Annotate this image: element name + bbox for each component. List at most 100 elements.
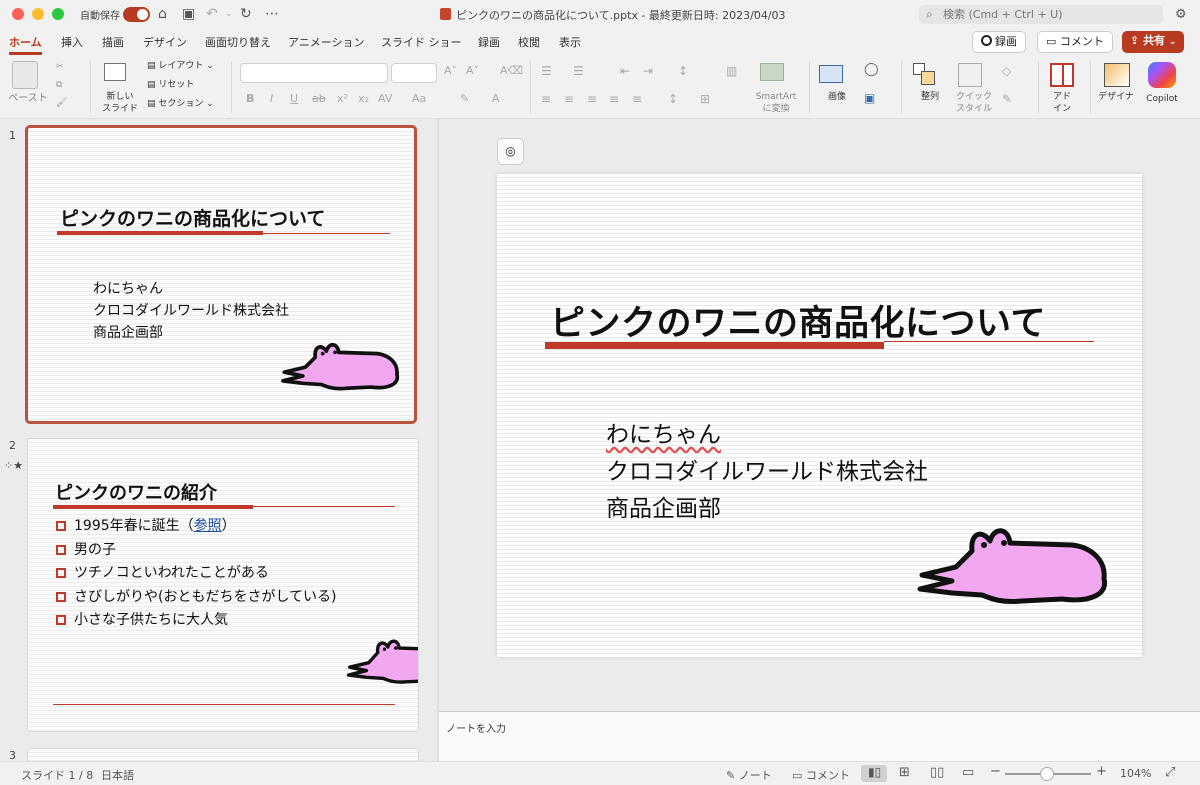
subscript-icon[interactable]: x₂ bbox=[358, 93, 369, 105]
font-size-select[interactable] bbox=[391, 63, 437, 83]
increase-indent-icon[interactable]: ⇥ bbox=[643, 65, 653, 77]
paste-icon[interactable] bbox=[12, 61, 38, 89]
tab-view[interactable]: 表示 bbox=[559, 34, 581, 50]
addin-icon[interactable] bbox=[1050, 63, 1074, 87]
tab-draw[interactable]: 描画 bbox=[102, 34, 124, 50]
new-slide-icon[interactable] bbox=[104, 63, 126, 81]
main-slide[interactable]: ピンクのワニの商品化について わにちゃん クロコダイルワールド株式会社 商品企画… bbox=[497, 174, 1142, 657]
comment-button[interactable]: ▭ コメント bbox=[1037, 31, 1113, 53]
reference-link[interactable]: 参照 bbox=[194, 518, 222, 534]
pink-crocodile-illustration[interactable] bbox=[912, 521, 1112, 609]
decrease-font-icon[interactable]: A˅ bbox=[466, 65, 479, 77]
distribute-icon[interactable]: ≡ bbox=[632, 93, 642, 105]
redo-icon[interactable]: ↻ bbox=[240, 5, 252, 23]
notes-pane[interactable]: ノートを入力 bbox=[439, 711, 1200, 761]
slide-thumbnail-3[interactable] bbox=[27, 748, 419, 761]
zoom-level[interactable]: 104% bbox=[1120, 767, 1151, 780]
settings-icon[interactable]: ⚙ bbox=[1175, 6, 1187, 24]
reset-button[interactable]: ▤ リセット bbox=[147, 79, 194, 91]
layout-button[interactable]: ▤ レイアウト ⌄ bbox=[147, 60, 214, 72]
image-button[interactable]: 画像 bbox=[820, 91, 854, 103]
align-center-icon[interactable]: ≡ bbox=[564, 93, 574, 105]
new-slide-button[interactable]: 新しい スライド bbox=[100, 91, 140, 115]
home-icon[interactable]: ⌂ bbox=[158, 5, 167, 23]
presenter-view-icon[interactable]: ▭ bbox=[962, 765, 974, 780]
numbering-icon[interactable]: ☰ bbox=[573, 65, 584, 77]
record-button[interactable]: 録画 bbox=[972, 31, 1026, 53]
image-icon[interactable] bbox=[819, 65, 843, 83]
notes-placeholder[interactable]: ノートを入力 bbox=[446, 720, 506, 735]
undo-dropdown-icon[interactable]: ⌄ bbox=[225, 5, 233, 23]
line-spacing-icon[interactable]: ↕ bbox=[678, 65, 688, 77]
slide-thumbnail-1[interactable]: ピンクのワニの商品化について わにちゃん クロコダイルワールド株式会社 商品企画… bbox=[25, 125, 417, 424]
strikethrough-icon[interactable]: ab bbox=[312, 93, 326, 105]
textbox-icon[interactable]: ▣ bbox=[864, 92, 875, 104]
shape-fill-icon[interactable]: ◇ bbox=[1002, 65, 1011, 77]
char-spacing-icon[interactable]: AV bbox=[378, 93, 392, 105]
cut-icon[interactable]: ✂ bbox=[56, 61, 64, 73]
copilot-button[interactable]: Copilot bbox=[1142, 93, 1182, 105]
quick-style-button[interactable]: クイック スタイル bbox=[952, 91, 996, 115]
minimize-window-button[interactable] bbox=[32, 8, 44, 20]
document-title[interactable]: ピンクのワニの商品化について.pptx - 最終更新日時: 2023/04/03 bbox=[456, 7, 786, 23]
align-left-icon[interactable]: ≡ bbox=[541, 93, 551, 105]
copilot-float-icon[interactable]: ◎ bbox=[497, 138, 524, 165]
share-button[interactable]: ⇪ 共有 ⌄ bbox=[1122, 31, 1185, 53]
copilot-icon[interactable] bbox=[1148, 62, 1176, 88]
zoom-window-button[interactable] bbox=[52, 8, 64, 20]
paste-button[interactable]: ペースト bbox=[8, 93, 48, 105]
highlight-icon[interactable]: ✎ bbox=[460, 93, 469, 105]
superscript-icon[interactable]: x² bbox=[337, 93, 348, 105]
shapes-icon[interactable]: ◯ bbox=[864, 63, 879, 76]
zoom-out-icon[interactable]: − bbox=[990, 764, 1001, 779]
text-direction-icon[interactable]: ↕ bbox=[668, 93, 678, 105]
quick-style-icon[interactable] bbox=[958, 63, 982, 87]
bullets-icon[interactable]: ☰ bbox=[541, 65, 552, 77]
zoom-slider-handle[interactable] bbox=[1040, 767, 1054, 781]
align-right-icon[interactable]: ≡ bbox=[587, 93, 597, 105]
more-icon[interactable]: ⋯ bbox=[265, 5, 279, 23]
columns-icon[interactable]: ▥ bbox=[726, 65, 737, 77]
designer-button[interactable]: デザイナ bbox=[1096, 91, 1136, 103]
undo-icon[interactable]: ↶ bbox=[206, 5, 218, 23]
increase-font-icon[interactable]: A˄ bbox=[444, 65, 457, 77]
tab-design[interactable]: デザイン bbox=[143, 34, 187, 50]
autosave-toggle[interactable] bbox=[123, 7, 150, 22]
language-indicator[interactable]: 日本語 bbox=[101, 767, 134, 783]
title-chevron-down-icon[interactable]: ⌄ bbox=[752, 6, 760, 16]
tab-home[interactable]: ホーム bbox=[9, 34, 42, 50]
close-window-button[interactable] bbox=[12, 8, 24, 20]
smartart-button[interactable]: SmartArt に変換 bbox=[752, 91, 800, 115]
slide-thumbnail-2[interactable]: ピンクのワニの紹介 1995年春に誕生（参照） 男の子 ツチノコといわれたことが… bbox=[27, 438, 419, 732]
tab-insert[interactable]: 挿入 bbox=[61, 34, 83, 50]
reading-view-icon[interactable]: ▯▯ bbox=[930, 765, 944, 780]
section-button[interactable]: ▤ セクション ⌄ bbox=[147, 98, 214, 110]
arrange-icon[interactable] bbox=[913, 63, 937, 87]
slide-title[interactable]: ピンクのワニの商品化について bbox=[550, 295, 1046, 346]
designer-icon[interactable] bbox=[1104, 63, 1130, 87]
tab-review[interactable]: 校閲 bbox=[518, 34, 540, 50]
change-case-icon[interactable]: Aa bbox=[412, 93, 426, 105]
arrange-button[interactable]: 整列 bbox=[914, 91, 946, 103]
italic-icon[interactable]: I bbox=[270, 93, 273, 105]
tab-transitions[interactable]: 画面切り替え bbox=[205, 34, 271, 50]
search-input[interactable]: ⌕ 検索 (Cmd + Ctrl + U) bbox=[919, 5, 1163, 24]
smartart-icon[interactable] bbox=[760, 63, 784, 81]
underline-icon[interactable]: U bbox=[290, 93, 298, 105]
fit-to-window-icon[interactable]: ⤢ bbox=[1165, 765, 1175, 780]
addin-button[interactable]: アド イン bbox=[1044, 91, 1080, 115]
shape-outline-icon[interactable]: ✎ bbox=[1002, 93, 1012, 105]
decrease-indent-icon[interactable]: ⇤ bbox=[620, 65, 630, 77]
tab-record[interactable]: 録画 bbox=[478, 34, 500, 50]
clear-format-icon[interactable]: A⌫ bbox=[500, 65, 523, 77]
tab-slideshow[interactable]: スライド ショー bbox=[381, 34, 462, 50]
slide-sorter-icon[interactable]: ⊞ bbox=[899, 765, 910, 780]
comments-toggle-button[interactable]: ▭ コメント bbox=[792, 767, 850, 783]
copy-icon[interactable]: ⧉ bbox=[56, 79, 62, 91]
format-painter-icon[interactable]: 🖌 bbox=[56, 97, 67, 109]
bold-icon[interactable]: B bbox=[246, 93, 254, 105]
save-icon[interactable]: ▣ bbox=[182, 5, 195, 23]
slide-subtitle[interactable]: わにちゃん クロコダイルワールド株式会社 商品企画部 bbox=[606, 417, 928, 528]
notes-toggle-button[interactable]: ✎ ノート bbox=[726, 767, 772, 783]
zoom-in-icon[interactable]: + bbox=[1096, 764, 1107, 779]
